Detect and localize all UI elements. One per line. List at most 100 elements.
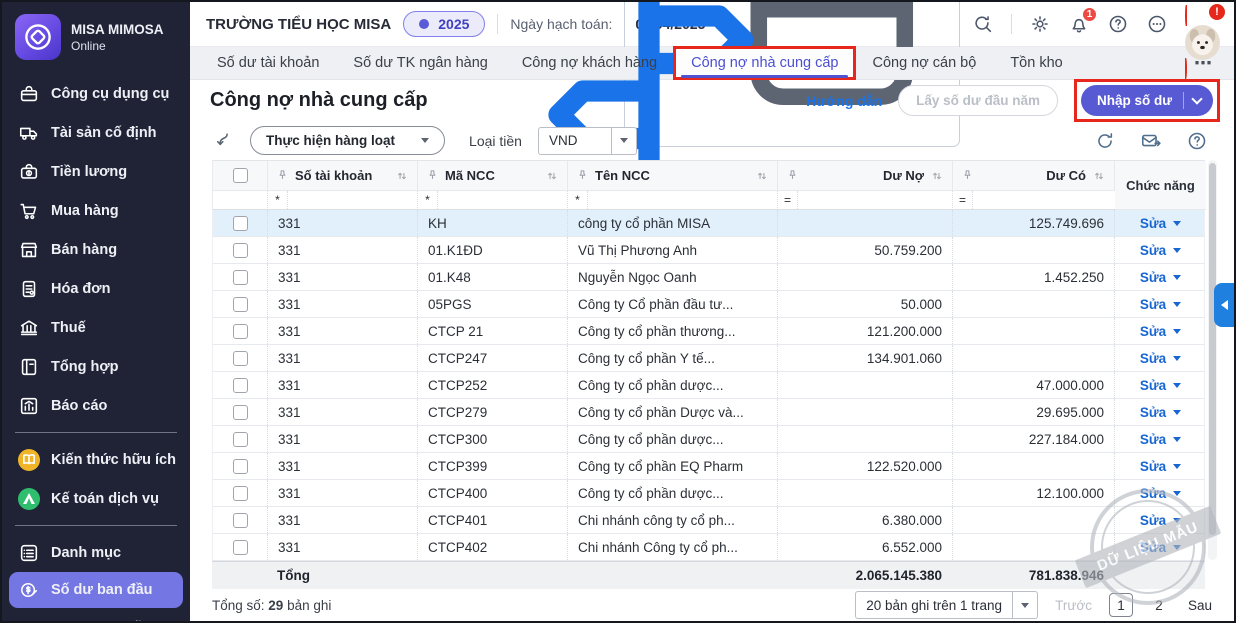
sidebar-item-tai-san-co-dinh[interactable]: Tài sản cố định — [2, 113, 190, 152]
collapse-panel-flag[interactable] — [1214, 283, 1234, 327]
row-checkbox[interactable] — [233, 459, 248, 474]
edit-action[interactable]: Sửa — [1140, 378, 1181, 393]
sidebar-item-tong-hop[interactable]: Tổng hợp — [2, 347, 190, 386]
edit-action[interactable]: Sửa — [1140, 216, 1181, 231]
batch-action-dropdown[interactable]: Thực hiện hàng loạt — [250, 126, 445, 155]
tabs-overflow[interactable]: ⋯ — [1174, 47, 1234, 79]
row-checkbox[interactable] — [233, 324, 248, 339]
tab-cong-no-can-bo[interactable]: Công nợ cán bộ — [855, 47, 993, 79]
table-row[interactable]: 331 CTCP 21 Công ty cổ phần thương... 12… — [212, 318, 1205, 345]
sort-icon[interactable] — [755, 169, 769, 183]
table-row[interactable]: 331 CTCP279 Công ty cổ phần Dược và... 2… — [212, 399, 1205, 426]
jump-to-bottom-icon[interactable] — [212, 130, 234, 152]
filter-input[interactable] — [438, 191, 567, 209]
sidebar-item-ban-hang[interactable]: Bán hàng — [2, 230, 190, 269]
help-icon[interactable] — [1107, 13, 1129, 35]
table-row[interactable]: 331 CTCP401 Chi nhánh công ty cổ ph... 6… — [212, 507, 1205, 534]
column-header[interactable]: Dư Có — [1046, 168, 1086, 183]
enter-balance-button[interactable]: Nhập số dư — [1081, 85, 1213, 116]
edit-action[interactable]: Sửa — [1140, 324, 1181, 339]
pin-icon[interactable] — [576, 169, 589, 182]
page-number-1[interactable]: 1 — [1109, 593, 1133, 617]
help-circle-icon[interactable] — [1186, 130, 1208, 152]
row-checkbox[interactable] — [233, 270, 248, 285]
sidebar-item-bao-cao[interactable]: Báo cáo — [2, 386, 190, 425]
sidebar-item-cong-cu-dung-cu[interactable]: Công cụ dụng cụ — [2, 74, 190, 113]
tab-so-du-tai-khoan[interactable]: Số dư tài khoản — [200, 47, 336, 79]
edit-action[interactable]: Sửa — [1140, 405, 1181, 420]
filter-input[interactable] — [973, 191, 1115, 209]
page-size-select[interactable]: 20 bản ghi trên 1 trang — [855, 591, 1038, 619]
search-icon[interactable] — [972, 13, 994, 35]
edit-action[interactable]: Sửa — [1140, 270, 1181, 285]
fiscal-year-badge[interactable]: 2025 — [403, 11, 485, 37]
sidebar-item-tien-luong[interactable]: Tiền lương — [2, 152, 190, 191]
row-checkbox[interactable] — [233, 297, 248, 312]
sidebar-item-so-du-ban-dau[interactable]: Số dư ban đầu — [9, 572, 183, 608]
pin-icon[interactable] — [961, 169, 974, 182]
table-row[interactable]: 331 CTCP300 Công ty cổ phần dược... 227.… — [212, 426, 1205, 453]
edit-action[interactable]: Sửa — [1140, 243, 1181, 258]
sidebar-item-hoa-don[interactable]: Hóa đơn — [2, 269, 190, 308]
filter-input[interactable] — [588, 191, 777, 209]
gear-icon[interactable] — [1029, 13, 1051, 35]
column-header[interactable]: Dư Nợ — [883, 168, 924, 183]
get-opening-balance-button[interactable]: Lấy số dư đầu năm — [898, 85, 1058, 116]
table-row[interactable]: 331 01.K1ĐD Vũ Thị Phương Anh 50.759.200… — [212, 237, 1205, 264]
pin-icon[interactable] — [426, 169, 439, 182]
edit-action[interactable]: Sửa — [1140, 432, 1181, 447]
user-avatar[interactable]: ! — [1185, 7, 1220, 42]
dropdown-button[interactable] — [1012, 592, 1037, 618]
row-checkbox[interactable] — [233, 216, 248, 231]
filter-input[interactable] — [798, 191, 952, 209]
row-checkbox[interactable] — [233, 405, 248, 420]
row-checkbox[interactable] — [233, 351, 248, 366]
tab-ton-kho[interactable]: Tồn kho — [993, 47, 1079, 79]
column-header[interactable]: Mã NCC — [445, 168, 495, 183]
row-checkbox[interactable] — [233, 540, 248, 555]
pin-icon[interactable] — [786, 169, 799, 182]
row-checkbox[interactable] — [233, 432, 248, 447]
edit-action[interactable]: Sửa — [1140, 486, 1181, 501]
edit-action[interactable]: Sửa — [1140, 459, 1181, 474]
bell-icon[interactable]: 1 — [1068, 13, 1090, 35]
pin-icon[interactable] — [276, 169, 289, 182]
table-row[interactable]: 331 CTCP247 Công ty cổ phần Y tế... 134.… — [212, 345, 1205, 372]
table-row[interactable]: 331 KH công ty cổ phần MISA 125.749.696 … — [212, 210, 1205, 237]
filter-input[interactable] — [288, 191, 417, 209]
table-row[interactable]: 331 01.K48 Nguyễn Ngọc Oanh 1.452.250 Sử… — [212, 264, 1205, 291]
row-checkbox[interactable] — [233, 486, 248, 501]
edit-action[interactable]: Sửa — [1140, 540, 1181, 555]
dropdown-button[interactable] — [611, 128, 636, 154]
sort-icon[interactable] — [395, 169, 409, 183]
tab-cong-no-nha-cung-cap[interactable]: Công nợ nhà cung cấp — [674, 47, 855, 79]
column-header[interactable]: Tên NCC — [595, 168, 650, 183]
table-row[interactable]: 331 05PGS Công ty Cổ phần đầu tư... 50.0… — [212, 291, 1205, 318]
page-number-2[interactable]: 2 — [1147, 593, 1171, 617]
column-header[interactable]: Số tài khoản — [295, 168, 372, 183]
edit-action[interactable]: Sửa — [1140, 351, 1181, 366]
sort-icon[interactable] — [930, 169, 944, 183]
row-checkbox[interactable] — [233, 378, 248, 393]
sidebar-item-kien-thuc-huu-ich[interactable]: Kiến thức hữu ích — [2, 440, 190, 479]
prev-page-button[interactable]: Trước — [1055, 598, 1092, 613]
edit-action[interactable]: Sửa — [1140, 297, 1181, 312]
sidebar-item-thue[interactable]: Thuế — [2, 308, 190, 347]
mail-send-icon[interactable] — [1140, 130, 1162, 152]
table-row[interactable]: 331 CTCP400 Công ty cổ phần dược... 12.1… — [212, 480, 1205, 507]
vertical-scrollbar[interactable] — [1208, 160, 1217, 560]
row-checkbox[interactable] — [233, 513, 248, 528]
table-row[interactable]: 331 CTCP252 Công ty cổ phần dược... 47.0… — [212, 372, 1205, 399]
tab-cong-no-khach-hang[interactable]: Công nợ khách hàng — [505, 47, 674, 79]
table-row[interactable]: 331 CTCP402 Chi nhánh Công ty cổ ph... 6… — [212, 534, 1205, 561]
refresh-icon[interactable] — [1094, 130, 1116, 152]
sidebar-item-ccdc-ban-dau[interactable]: CCDC ban đầu — [2, 608, 190, 623]
next-page-button[interactable]: Sau — [1188, 598, 1212, 613]
sort-icon[interactable] — [1092, 169, 1106, 183]
row-checkbox[interactable] — [233, 243, 248, 258]
scrollbar-thumb[interactable] — [1209, 163, 1216, 535]
currency-select[interactable]: VND — [538, 127, 637, 155]
more-icon[interactable] — [1146, 13, 1168, 35]
sidebar-item-ke-toan-dich-vu[interactable]: Kế toán dịch vụ — [2, 479, 190, 518]
table-row[interactable]: 331 CTCP399 Công ty cổ phần EQ Pharm 122… — [212, 453, 1205, 480]
